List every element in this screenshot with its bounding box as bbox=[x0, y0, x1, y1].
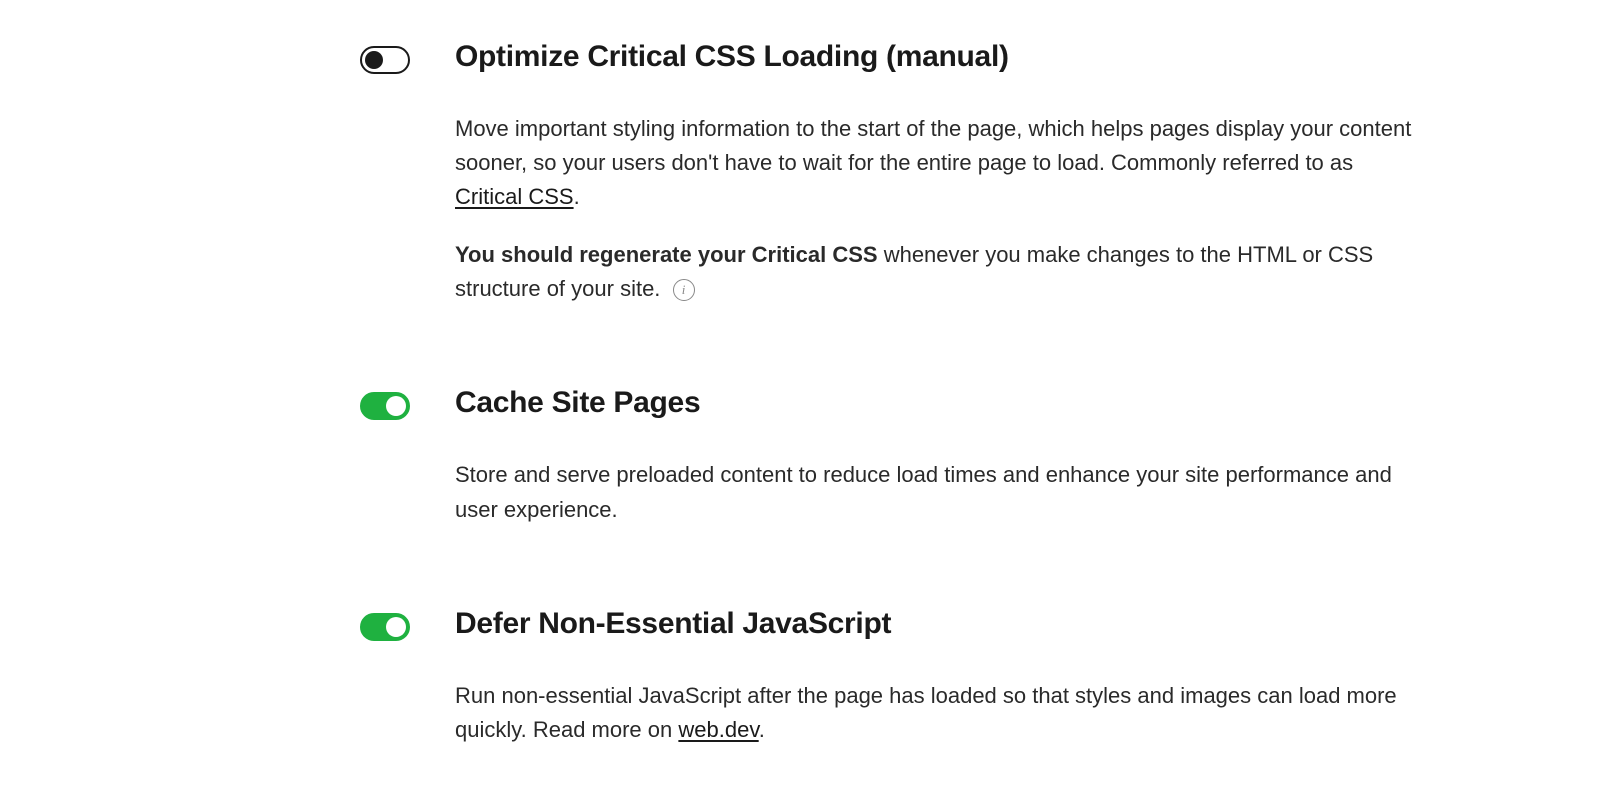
description-text: . bbox=[759, 717, 765, 742]
toggle-column bbox=[360, 386, 410, 420]
setting-content: Cache Site Pages Store and serve preload… bbox=[455, 386, 1420, 526]
toggle-optimize-css[interactable] bbox=[360, 46, 410, 74]
description-text: . bbox=[574, 184, 580, 209]
toggle-defer-js[interactable] bbox=[360, 613, 410, 641]
description-text: Run non-essential JavaScript after the p… bbox=[455, 683, 1397, 742]
setting-description: Run non-essential JavaScript after the p… bbox=[455, 679, 1420, 747]
toggle-column bbox=[360, 607, 410, 641]
setting-title: Optimize Critical CSS Loading (manual) bbox=[455, 40, 1420, 74]
toggle-column bbox=[360, 40, 410, 74]
webdev-link[interactable]: web.dev bbox=[678, 717, 758, 742]
setting-description: Store and serve preloaded content to red… bbox=[455, 458, 1420, 526]
setting-defer-js: Defer Non-Essential JavaScript Run non-e… bbox=[180, 607, 1420, 747]
note-bold: You should regenerate your Critical CSS bbox=[455, 242, 878, 267]
setting-title: Defer Non-Essential JavaScript bbox=[455, 607, 1420, 641]
info-icon[interactable]: i bbox=[673, 279, 695, 301]
critical-css-link[interactable]: Critical CSS bbox=[455, 184, 574, 209]
description-text: Move important styling information to th… bbox=[455, 116, 1411, 175]
setting-cache-pages: Cache Site Pages Store and serve preload… bbox=[180, 386, 1420, 526]
setting-description: Move important styling information to th… bbox=[455, 112, 1420, 214]
setting-optimize-css: Optimize Critical CSS Loading (manual) M… bbox=[180, 40, 1420, 306]
toggle-cache-pages[interactable] bbox=[360, 392, 410, 420]
setting-content: Optimize Critical CSS Loading (manual) M… bbox=[455, 40, 1420, 306]
setting-content: Defer Non-Essential JavaScript Run non-e… bbox=[455, 607, 1420, 747]
setting-note: You should regenerate your Critical CSS … bbox=[455, 238, 1420, 306]
setting-title: Cache Site Pages bbox=[455, 386, 1420, 420]
